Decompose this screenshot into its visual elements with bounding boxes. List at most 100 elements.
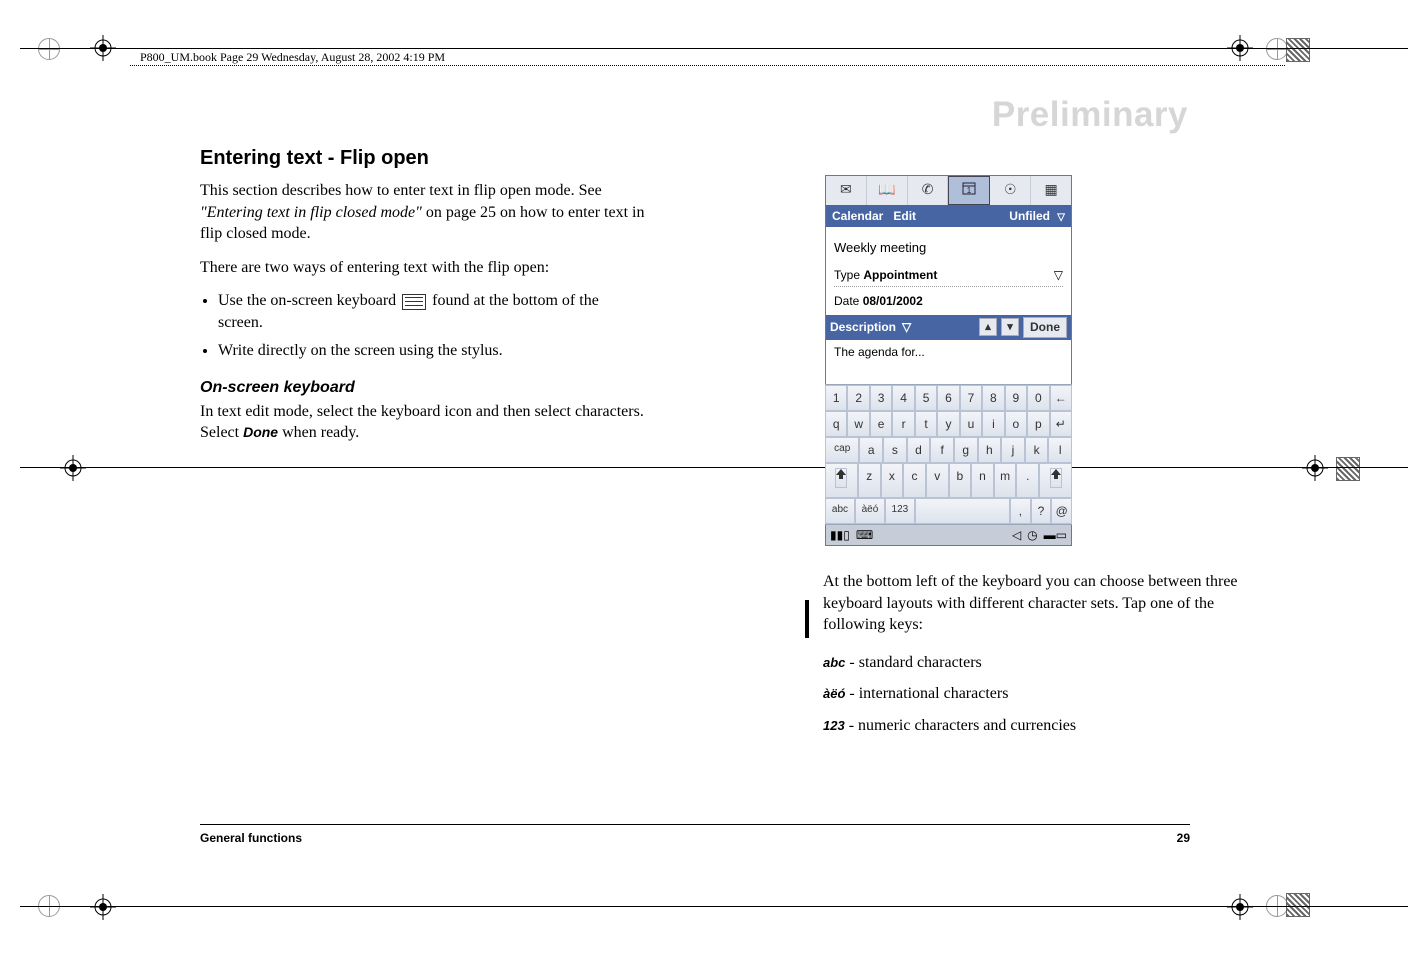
key[interactable]: 2	[847, 385, 869, 411]
shift-key[interactable]	[825, 463, 858, 498]
key[interactable]: m	[994, 463, 1017, 498]
keyboard-row-3: cap a s d f g h j k l	[825, 437, 1072, 463]
description-label: Description	[830, 319, 896, 335]
watermark-preliminary: Preliminary	[992, 95, 1188, 135]
format-button-2[interactable]: ▾	[1001, 318, 1019, 336]
text: when ready.	[278, 424, 359, 441]
key[interactable]: n	[971, 463, 994, 498]
app-switcher-bar: ✉ 📖 ✆ 1 ☉ ▦	[826, 176, 1071, 205]
key[interactable]: a	[859, 437, 883, 463]
keyboard-icon	[402, 294, 426, 310]
enter-key[interactable]: ↵	[1050, 411, 1072, 437]
shift-key-right[interactable]	[1039, 463, 1072, 498]
key[interactable]: b	[949, 463, 972, 498]
space-key[interactable]	[915, 498, 1010, 524]
folder-label: Unfiled	[1009, 209, 1050, 223]
date-field[interactable]: Date 08/01/2002	[834, 293, 1063, 309]
key[interactable]: .	[1016, 463, 1039, 498]
key[interactable]: ?	[1031, 498, 1052, 524]
key[interactable]: c	[903, 463, 926, 498]
svg-text:1: 1	[967, 186, 972, 195]
backspace-key[interactable]: ←	[1050, 385, 1072, 411]
battery-icon: ▬▭	[1044, 527, 1067, 543]
page-header-path: P800_UM.book Page 29 Wednesday, August 2…	[140, 50, 445, 65]
key-desc: - standard characters	[845, 654, 981, 671]
calendar-icon[interactable]: 1	[948, 176, 990, 205]
contacts-icon[interactable]: 📖	[867, 176, 908, 205]
key[interactable]: f	[930, 437, 954, 463]
menu-calendar[interactable]: Calendar	[832, 209, 883, 223]
key[interactable]: 1	[825, 385, 847, 411]
key[interactable]: @	[1051, 498, 1072, 524]
key[interactable]: l	[1048, 437, 1072, 463]
sound-icon[interactable]: ◁	[1012, 527, 1021, 543]
keyboard-toggle-icon[interactable]: ⌨	[856, 527, 873, 543]
key[interactable]: v	[926, 463, 949, 498]
key[interactable]: s	[883, 437, 907, 463]
apps-icon[interactable]: ▦	[1031, 176, 1071, 205]
key[interactable]: d	[907, 437, 931, 463]
intro-paragraph: This section describes how to enter text…	[200, 180, 645, 245]
key[interactable]: o	[1005, 411, 1027, 437]
key[interactable]: ,	[1010, 498, 1031, 524]
key[interactable]: r	[892, 411, 914, 437]
clock-icon[interactable]: ◷	[1027, 527, 1037, 543]
key-label: abc	[823, 655, 845, 670]
crop-target-tr	[1266, 38, 1288, 60]
cap-key[interactable]: cap	[825, 437, 859, 463]
key[interactable]: t	[915, 411, 937, 437]
key[interactable]: k	[1025, 437, 1049, 463]
keyboard-row-2: q w e r t y u i o p ↵	[825, 411, 1072, 437]
key[interactable]: x	[881, 463, 904, 498]
date-label: Date	[834, 294, 859, 308]
key[interactable]: g	[954, 437, 978, 463]
key[interactable]: 8	[982, 385, 1004, 411]
done-button[interactable]: Done	[1023, 317, 1067, 337]
footer-page-number: 29	[1177, 831, 1190, 845]
key[interactable]: 9	[1005, 385, 1027, 411]
type-field[interactable]: Type Appointment ▽	[834, 267, 1063, 287]
key[interactable]: z	[858, 463, 881, 498]
chevron-down-icon[interactable]: ▽	[902, 319, 911, 335]
key[interactable]: i	[982, 411, 1004, 437]
key[interactable]: 5	[915, 385, 937, 411]
key[interactable]: p	[1027, 411, 1049, 437]
key[interactable]: 0	[1027, 385, 1049, 411]
section-heading: Entering text - Flip open	[200, 145, 645, 172]
key[interactable]: u	[960, 411, 982, 437]
menu-edit[interactable]: Edit	[893, 209, 916, 223]
format-button-1[interactable]: ▴	[979, 318, 997, 336]
keyboard-row-5: abc àëó 123 , ? @	[825, 498, 1072, 524]
key[interactable]: e	[870, 411, 892, 437]
key-label: 123	[823, 718, 845, 733]
type-label: Type	[834, 268, 860, 282]
text: Use the on-screen keyboard	[218, 292, 400, 309]
messages-icon[interactable]: ✉	[826, 176, 867, 205]
list-item: 123 - numeric characters and currencies	[823, 715, 1253, 737]
key-label: àëó	[823, 686, 845, 701]
key[interactable]: 3	[870, 385, 892, 411]
browser-icon[interactable]: ☉	[990, 176, 1031, 205]
key[interactable]: j	[1001, 437, 1025, 463]
description-textarea[interactable]: The agenda for...	[834, 340, 1063, 380]
layout-abc-key[interactable]: abc	[825, 498, 855, 524]
key[interactable]: 4	[892, 385, 914, 411]
key[interactable]: 6	[937, 385, 959, 411]
key[interactable]: q	[825, 411, 847, 437]
phone-icon[interactable]: ✆	[908, 176, 949, 205]
hatched-tr	[1286, 38, 1310, 62]
list-item: Write directly on the screen using the s…	[218, 340, 645, 362]
key[interactable]: 7	[960, 385, 982, 411]
key[interactable]: h	[978, 437, 1002, 463]
folder-selector[interactable]: Unfiled ▽	[1009, 208, 1065, 225]
app-menubar: Calendar Edit Unfiled ▽	[826, 205, 1071, 228]
key[interactable]: y	[937, 411, 959, 437]
chevron-down-icon: ▽	[1057, 212, 1065, 223]
hatched-br	[1286, 893, 1310, 917]
layout-intl-key[interactable]: àëó	[855, 498, 885, 524]
onscreen-keyboard: 1 2 3 4 5 6 7 8 9 0 ← q w e r t y u i	[825, 384, 1072, 525]
ui-term: Done	[243, 424, 278, 440]
hatched-mid	[1336, 457, 1360, 481]
key[interactable]: w	[847, 411, 869, 437]
layout-123-key[interactable]: 123	[885, 498, 915, 524]
